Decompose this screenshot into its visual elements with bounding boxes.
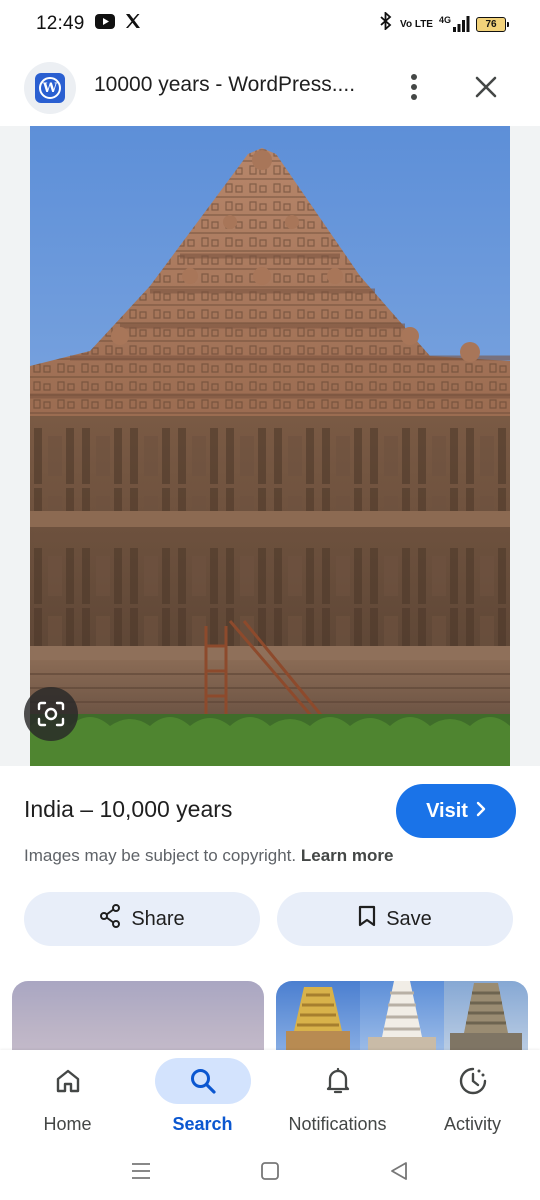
learn-more-link[interactable]: Learn more [301, 846, 394, 865]
battery-level: 76 [485, 18, 497, 30]
x-icon [125, 13, 141, 35]
status-bar: 12:49 Vo LTE 4G 76 [0, 0, 540, 48]
volte-icon: Vo LTE [400, 18, 433, 30]
related-image-collage[interactable] [276, 981, 528, 1061]
share-label: Share [131, 907, 185, 930]
nav-item-search[interactable]: Search [135, 1050, 270, 1142]
collage-cell [276, 981, 360, 1061]
save-label: Save [386, 907, 432, 930]
menu-icon[interactable] [126, 1156, 156, 1186]
network-type: 4G [438, 15, 451, 25]
bell-icon [290, 1058, 386, 1104]
collage-cell [360, 981, 444, 1061]
wordpress-icon[interactable]: W [24, 62, 76, 114]
status-time: 12:49 [36, 13, 85, 34]
home-square-icon[interactable] [255, 1156, 285, 1186]
bottom-navigation: Home Search Notifications Activity [0, 1050, 540, 1142]
image-viewer [0, 126, 540, 766]
nav-label-activity: Activity [443, 1114, 501, 1134]
share-icon [99, 904, 121, 934]
visit-label: Visit [426, 799, 468, 822]
nav-label-home: Home [43, 1114, 92, 1134]
copyright-text: Images may be subject to copyright. [24, 846, 297, 865]
nav-label-search: Search [172, 1114, 233, 1134]
nav-item-activity[interactable]: Activity [405, 1050, 540, 1142]
visit-button[interactable]: Visit [396, 784, 516, 838]
system-navigation-bar [0, 1142, 540, 1200]
nav-item-home[interactable]: Home [0, 1050, 135, 1142]
result-title: India – 10,000 years [24, 796, 233, 822]
wordpress-logo: W [35, 73, 65, 103]
related-image-thumbnail[interactable] [12, 981, 264, 1061]
close-icon[interactable] [468, 68, 504, 106]
back-icon[interactable] [384, 1156, 414, 1186]
copyright-notice: Images may be subject to copyright. Lear… [24, 846, 393, 866]
status-left: 12:49 [36, 13, 141, 35]
temple-image[interactable] [30, 126, 510, 766]
bluetooth-icon [378, 10, 394, 36]
page-title[interactable]: 10000 years - WordPress.... [94, 73, 355, 97]
nav-item-notifications[interactable]: Notifications [270, 1050, 405, 1142]
share-button[interactable]: Share [24, 892, 260, 946]
home-icon [20, 1058, 116, 1104]
more-vert-icon[interactable] [398, 68, 430, 106]
activity-icon [425, 1058, 521, 1104]
chevron-right-icon [476, 800, 486, 823]
bookmark-icon [358, 905, 376, 933]
collage-cell [444, 981, 528, 1061]
4g-signal-icon: 4G [439, 16, 470, 32]
search-icon [154, 1058, 251, 1104]
youtube-icon [94, 13, 115, 35]
header: W 10000 years - WordPress.... [0, 58, 540, 116]
save-button[interactable]: Save [277, 892, 513, 946]
nav-label-notifications: Notifications [288, 1114, 387, 1134]
status-right: Vo LTE 4G 76 [378, 10, 509, 36]
battery-icon: 76 [476, 16, 509, 32]
lens-icon[interactable] [24, 687, 78, 741]
